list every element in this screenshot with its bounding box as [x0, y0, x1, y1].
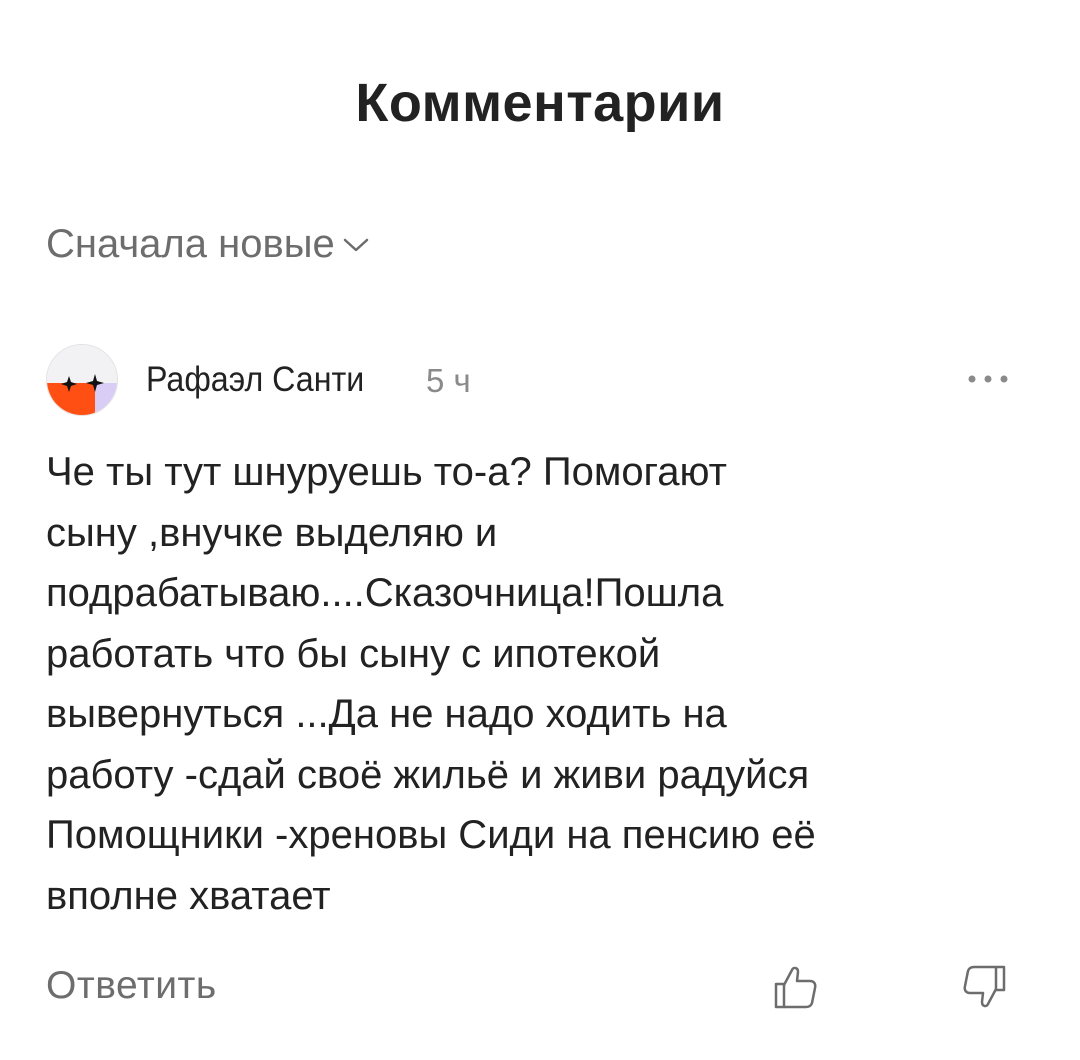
sort-label: Сначала новые: [46, 222, 335, 266]
comment-time: 5 ч: [426, 362, 471, 399]
comment-line: сыну ,внучке выделяю и: [46, 510, 498, 555]
comment-header: Рафаэл Санти 5 ч: [46, 344, 1036, 418]
comment-line: подрабатываю....Сказочница!Пошла: [46, 571, 724, 615]
page-title: Комментарии: [355, 73, 725, 133]
avatar[interactable]: [46, 344, 118, 416]
comment-line: Че ты тут шнуруешь то-а? Помогают: [46, 450, 727, 494]
avatar-image: [47, 345, 117, 415]
sort-dropdown[interactable]: Сначала новые: [46, 222, 369, 267]
comment-line: вывернуться ...Да не надо ходить на: [46, 692, 727, 736]
comment-line: Помощники -хреновы Сиди на пенсию её: [46, 813, 816, 857]
more-dots-icon[interactable]: [966, 364, 1010, 394]
comment-line: вполне хватает: [46, 873, 331, 918]
comment-author[interactable]: Рафаэл Санти: [146, 360, 364, 400]
comment-body: Че ты тут шнуруешь то-а? Помогают сыну ,…: [46, 442, 1036, 926]
reply-button[interactable]: Ответить: [46, 964, 217, 1008]
chevron-down-icon: [343, 238, 368, 251]
thumbs-down-icon[interactable]: [960, 962, 1010, 1012]
comment-line: работу -сдай своё жильё и живи радуйся: [46, 752, 810, 797]
comment-line: работать что бы сыну с ипотекой: [46, 631, 661, 676]
thumbs-up-icon[interactable]: [770, 962, 820, 1012]
